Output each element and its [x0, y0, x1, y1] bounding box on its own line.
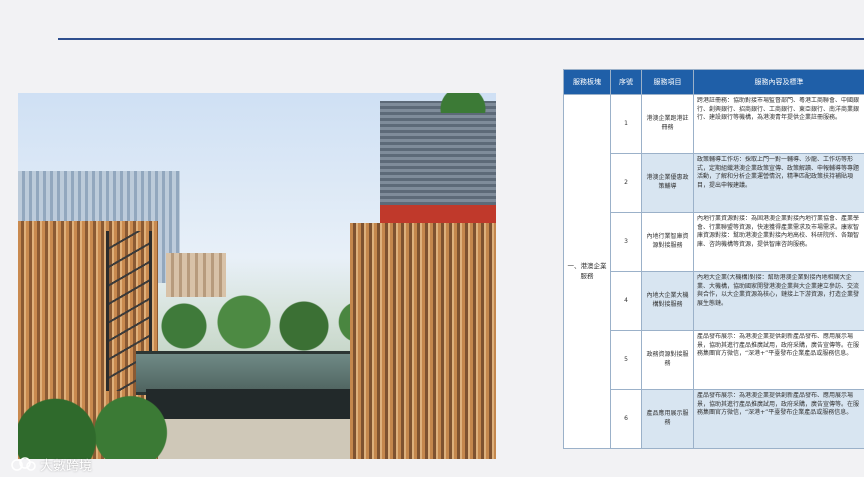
table-row: 一、港澳企業服務 1 港澳企業跑港註冊務 跨港註冊務：協助對接市場監督部門、粵港…: [563, 94, 864, 449]
service-content-text: 政策輔導工作坊：採取上門一對一輔導、沙龍、工作坊等形式，定期組織港澳企業政策宣傳…: [697, 156, 860, 190]
service-item: 政務資源對接服務: [641, 330, 694, 390]
row-number: 4: [610, 271, 642, 331]
service-content-text: 內地大企業(大機構)對接：幫助港澳企業對接內地相關大企業、大機構，協助國家開發港…: [697, 274, 860, 308]
header-item: 服務項目: [641, 69, 694, 95]
cloud-logo-icon: [11, 457, 36, 471]
header-block: 服務板塊: [563, 69, 611, 95]
architecture-rendering: [18, 93, 496, 459]
watermark-text: 大數跨境: [40, 458, 93, 474]
service-content-text: 內地行業資源對接：為固港澳企業對接內地行業協會、產業學會、行業聯盟等資源，快速獲…: [697, 215, 860, 249]
service-content: 產品發布展示：為港澳企業提供創新產品發布、應用展示場景，協助其進行產品推廣試用，…: [693, 389, 864, 449]
row-number: 6: [610, 389, 642, 449]
service-content: 政策輔導工作坊：採取上門一對一輔導、沙龍、工作坊等形式，定期組織港澳企業政策宣傳…: [693, 153, 864, 213]
foreground-trees: [18, 393, 168, 459]
right-tower-upper: [380, 101, 496, 211]
service-item: 產品應用展示服務: [641, 389, 694, 449]
service-content: 跨港註冊務：協助對接市場監督部門、粵港工商聯會、中國銀行、創興銀行、招商銀行、工…: [693, 94, 864, 154]
service-block-cell: 一、港澳企業服務: [563, 94, 611, 449]
service-content-text: 產品發布展示：為港澳企業提供創新產品發布、應用展示場景，協助其進行產品推廣試用，…: [697, 333, 860, 358]
red-accent-band: [380, 205, 496, 223]
service-item: 港澳企業跑港註冊務: [641, 94, 694, 154]
service-item: 內地行業智庫資源對接服務: [641, 212, 694, 272]
service-content: 內地行業資源對接：為固港澳企業對接內地行業協會、產業學會、行業聯盟等資源，快速獲…: [693, 212, 864, 272]
header-no: 序號: [610, 69, 642, 95]
service-content-text: 產品發布展示：為港澳企業提供創新產品發布、應用展示場景，協助其進行產品推廣試用，…: [697, 392, 860, 417]
service-content-text: 跨港註冊務：協助對接市場監督部門、粵港工商聯會、中國銀行、創興銀行、招商銀行、工…: [697, 97, 860, 122]
right-timber-building: [350, 223, 496, 459]
service-content: 產品發布展示：為港澳企業提供創新產品發布、應用展示場景，協助其進行產品推廣試用，…: [693, 330, 864, 390]
row-number: 5: [610, 330, 642, 390]
header-content: 服務內容及標準: [693, 69, 864, 95]
top-divider: [58, 38, 864, 40]
rooftop-tree: [430, 93, 496, 113]
watermark: 大數跨境: [10, 455, 93, 474]
service-item: 港澳企業優惠政策輔導: [641, 153, 694, 213]
service-item: 內地大企業大機構對接服務: [641, 271, 694, 331]
table-header-row: 服務板塊 序號 服務項目 服務內容及標準: [563, 69, 864, 95]
service-content: 內地大企業(大機構)對接：幫助港澳企業對接內地相關大企業、大機構，協助國家開發港…: [693, 271, 864, 331]
row-number: 1: [610, 94, 642, 154]
row-number: 2: [610, 153, 642, 213]
service-table: 服務板塊 序號 服務項目 服務內容及標準 一、港澳企業服務 1 港澳企業跑港註冊…: [563, 69, 864, 449]
row-number: 3: [610, 212, 642, 272]
